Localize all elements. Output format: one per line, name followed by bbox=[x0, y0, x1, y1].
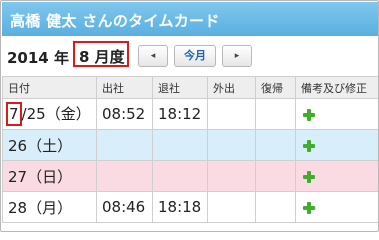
clock-out-cell: 18:12 bbox=[152, 98, 208, 130]
column-header-return: 復帰 bbox=[255, 76, 296, 99]
clock-out-cell bbox=[152, 160, 208, 192]
column-header-date: 日付 bbox=[2, 76, 97, 99]
timecard-table: 日付 出社 退社 外出 復帰 備考及び修正 7/25（金） 08:52 18:1… bbox=[2, 76, 378, 223]
return-cell bbox=[255, 98, 296, 130]
table-row: 27（日） bbox=[2, 160, 378, 192]
year-label: 2014 年 bbox=[7, 49, 69, 67]
date-cell: 26（土） bbox=[2, 129, 97, 161]
return-cell bbox=[255, 160, 296, 192]
column-header-clock-out: 退社 bbox=[152, 76, 208, 99]
plus-icon[interactable] bbox=[303, 108, 315, 121]
away-cell bbox=[207, 129, 256, 161]
month-navigation: 2014 年 8 月度 ◂ 今月 ▸ bbox=[1, 36, 378, 74]
clock-out-cell bbox=[152, 129, 208, 161]
away-cell bbox=[207, 160, 256, 192]
away-cell bbox=[207, 98, 256, 130]
return-cell bbox=[255, 191, 296, 223]
away-cell bbox=[207, 191, 256, 223]
clock-out-cell: 18:18 bbox=[152, 191, 208, 223]
plus-icon[interactable] bbox=[303, 170, 315, 183]
triangle-right-icon: ▸ bbox=[234, 51, 240, 61]
plus-icon[interactable] bbox=[303, 201, 315, 214]
next-month-button[interactable]: ▸ bbox=[222, 45, 252, 67]
triangle-left-icon: ◂ bbox=[150, 51, 156, 61]
clock-in-cell bbox=[96, 129, 153, 161]
notes-cell bbox=[295, 129, 378, 161]
highlighted-month-digit: 7 bbox=[6, 102, 22, 126]
date-cell: 27（日） bbox=[2, 160, 97, 192]
timecard-panel: 高橋 健太 さんのタイムカード 2014 年 8 月度 ◂ 今月 ▸ 日付 出社… bbox=[0, 0, 379, 232]
page-title: 高橋 健太 さんのタイムカード bbox=[2, 2, 378, 36]
current-month-button[interactable]: 今月 bbox=[174, 45, 216, 67]
notes-cell bbox=[295, 98, 378, 130]
column-header-away: 外出 bbox=[207, 76, 256, 99]
date-cell: 7/25（金） bbox=[2, 98, 97, 130]
table-row: 28（月） 08:46 18:18 bbox=[2, 191, 378, 223]
return-cell bbox=[255, 129, 296, 161]
date-cell: 28（月） bbox=[2, 191, 97, 223]
table-header-row: 日付 出社 退社 外出 復帰 備考及び修正 bbox=[2, 76, 378, 99]
date-rest: /25（金） bbox=[21, 105, 91, 123]
notes-cell bbox=[295, 191, 378, 223]
table-row: 26（土） bbox=[2, 129, 378, 161]
notes-cell bbox=[295, 160, 378, 192]
clock-in-cell: 08:52 bbox=[96, 98, 153, 130]
prev-month-button[interactable]: ◂ bbox=[138, 45, 168, 67]
month-label: 8 月度 bbox=[73, 41, 129, 67]
clock-in-cell bbox=[96, 160, 153, 192]
column-header-clock-in: 出社 bbox=[96, 76, 153, 99]
table-row: 7/25（金） 08:52 18:12 bbox=[2, 98, 378, 130]
clock-in-cell: 08:46 bbox=[96, 191, 153, 223]
plus-icon[interactable] bbox=[303, 139, 315, 152]
column-header-notes: 備考及び修正 bbox=[295, 76, 378, 99]
